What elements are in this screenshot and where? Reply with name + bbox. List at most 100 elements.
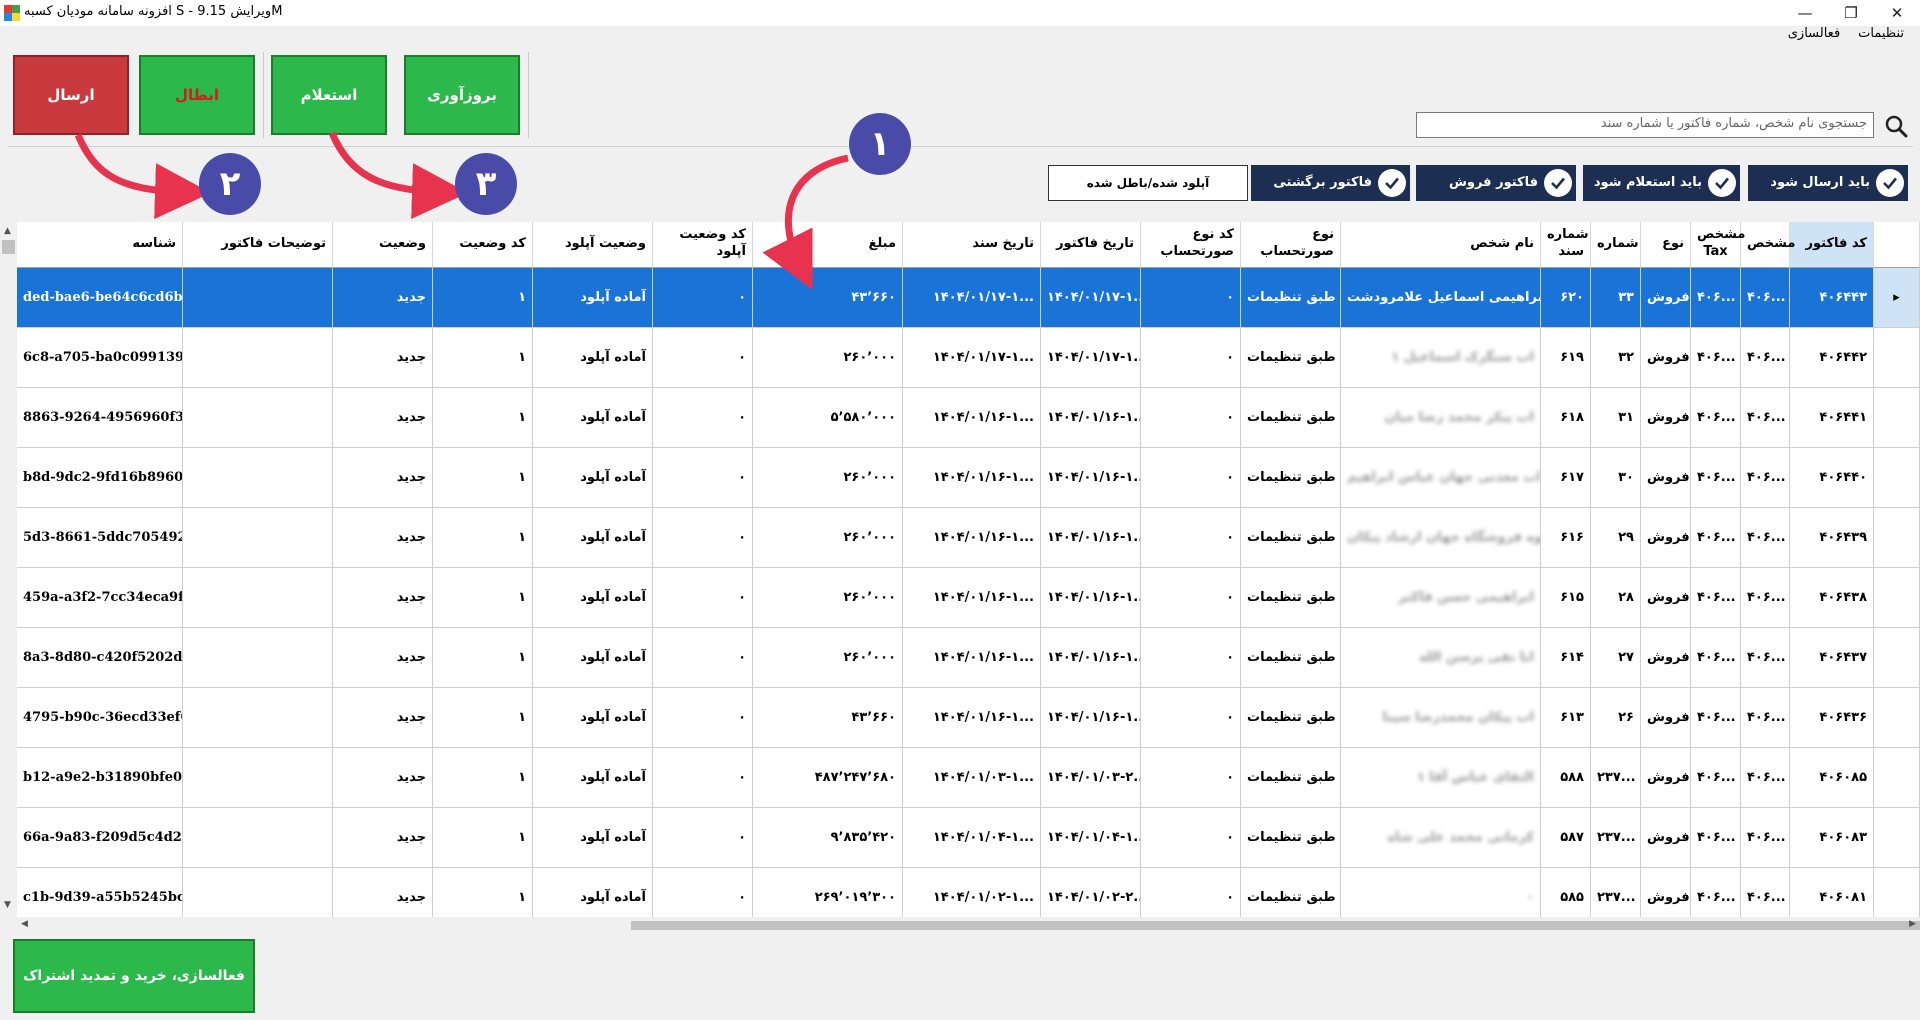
cell-text: ۲۶۰٬۰۰۰ (843, 650, 896, 665)
cell-invoice-code: ۴۰۶۴۴۳ (1790, 268, 1874, 328)
cell-text: ۴۰۶... (1747, 890, 1786, 905)
column-header-status-code[interactable]: کد وضعیت (433, 222, 533, 268)
column-header-invoice-date[interactable]: تاریخ فاکتور (1041, 222, 1141, 268)
cell-text: ۴۰۶... (1747, 770, 1786, 785)
row-indicator[interactable] (1874, 448, 1920, 508)
row-indicator[interactable] (1874, 388, 1920, 448)
cell-text: ۳۲ (1618, 350, 1634, 365)
cell-amount: ۲۶۰٬۰۰۰ (753, 328, 903, 388)
inquiry-button[interactable]: استعلام (271, 55, 387, 135)
cell-text: ۱۴۰۴/۰۱/۱۶-۱... (1047, 590, 1141, 605)
column-header-status[interactable]: وضعیت (333, 222, 433, 268)
cell-text: آماده آپلود (580, 290, 646, 305)
filter-return-invoice[interactable]: فاکتور برگشتی (1251, 165, 1410, 201)
cell-text: ۴۰۶... (1697, 830, 1736, 845)
cell-text: ۰ (1226, 770, 1234, 785)
horizontal-scrollbar[interactable]: ◀ ▶ (17, 917, 1920, 934)
cell-doc-no: ۶۱۳ (1541, 688, 1591, 748)
cell-text: ۱۴۰۴/۰۱/۱۷-۱... (1047, 290, 1141, 305)
column-header-description[interactable]: توضیحات فاکتور (183, 222, 333, 268)
filter-must-inquire[interactable]: باید استعلام شود (1583, 165, 1740, 201)
scroll-right-icon[interactable]: ▶ (1909, 919, 1916, 929)
cell-text: ۴۰۶۴۴۱ (1819, 410, 1867, 425)
cell-text: ۴۰۶... (1697, 530, 1736, 545)
column-header-invoice-code[interactable]: کد فاکتور (1790, 222, 1874, 268)
activate-subscription-button[interactable]: فعالسازی، خرید و تمدید اشتراک (13, 939, 255, 1013)
cell-description (183, 748, 333, 808)
check-icon (1378, 169, 1406, 197)
cell-text: ابا تقی پرسن الله (1418, 650, 1534, 665)
column-header-bill-type-code[interactable]: کد نوع صورتحساب (1141, 222, 1241, 268)
row-indicator[interactable] (1874, 628, 1920, 688)
cell-amount: ۵٬۵۸۰٬۰۰۰ (753, 388, 903, 448)
menu-item-settings[interactable]: تنظیمات (1858, 26, 1904, 46)
column-header-doc-date[interactable]: تاریخ سند (903, 222, 1041, 268)
cell-text: ۳۳ (1618, 290, 1634, 305)
menu-item-activation[interactable]: فعالسازی (1788, 26, 1840, 46)
cell-amount: ۲۶۰٬۰۰۰ (753, 568, 903, 628)
minimize-button[interactable]: — (1782, 0, 1828, 26)
row-indicator[interactable] (1874, 808, 1920, 868)
cell-text: طبق تنظیمات (1247, 590, 1336, 605)
row-indicator[interactable] (1874, 868, 1920, 917)
search-icon[interactable] (1883, 113, 1909, 139)
cell-text: ۲۷ (1618, 650, 1634, 665)
cell-ident: 6c8-a705-ba0c0991399e (17, 328, 183, 388)
column-header-id1[interactable]: مشخص (1741, 222, 1795, 268)
column-header-type[interactable]: نوع (1641, 222, 1691, 268)
cell-text: ۲۳۷... (1597, 890, 1636, 905)
column-header-text: آپلود (716, 244, 746, 259)
column-header-id2[interactable]: مشخص Tax (1691, 222, 1745, 268)
column-header-text: کد وضعیت (459, 236, 526, 251)
cell-text: ۰ (1226, 830, 1234, 845)
scroll-thumb[interactable] (2, 240, 15, 254)
cell-ident: 8a3-8d80-c420f5202daa (17, 628, 183, 688)
column-header-amount[interactable]: مبلغ (753, 222, 903, 268)
row-indicator[interactable] (1874, 328, 1920, 388)
row-indicator[interactable] (1874, 508, 1920, 568)
row-indicator[interactable]: ▸ (1874, 268, 1920, 328)
cell-text: آماده آپلود (580, 590, 646, 605)
cell-text: ۴۰۶۴۴۳ (1819, 290, 1867, 305)
send-button[interactable]: ارسال (13, 55, 129, 135)
scroll-up-icon[interactable]: ▲ (4, 226, 11, 236)
cell-doc-no: ۶۲۰ (1541, 268, 1591, 328)
filter-must-send[interactable]: باید ارسال شود (1748, 165, 1908, 201)
row-indicator[interactable] (1874, 568, 1920, 628)
cell-text: ۱ (518, 290, 526, 305)
cell-text: ۰ (1226, 470, 1234, 485)
cell-text: ۴۰۶... (1697, 890, 1736, 905)
cell-status: جدید (333, 688, 433, 748)
vertical-scrollbar[interactable]: ▲ ▼ (0, 222, 17, 917)
cell-text: ۱ (518, 590, 526, 605)
cell-ident: ded-bae6-be64c6cd6bdd (17, 268, 183, 328)
cell-status-code: ۱ (433, 808, 533, 868)
cancel-button[interactable]: ابطال (139, 55, 255, 135)
scroll-left-icon[interactable]: ◀ (21, 919, 28, 929)
cell-text: ۴۰۶۴۴۲ (1819, 350, 1867, 365)
update-button[interactable]: بروزآوری (404, 55, 520, 135)
column-header-upload-status-code[interactable]: کد وضعیت آپلود (653, 222, 753, 268)
column-header-number[interactable]: شماره (1591, 222, 1641, 268)
restore-button[interactable]: ❐ (1828, 0, 1874, 26)
close-button[interactable]: ✕ (1874, 0, 1920, 26)
scroll-down-icon[interactable]: ▼ (4, 900, 11, 910)
cell-text: ابمیوه فروشگاه جهان ارشاد پیکان ... (1347, 530, 1541, 545)
search-input[interactable]: جستجوی نام شخص، شماره فاکتور یا شماره سن… (1416, 112, 1874, 138)
cell-description (183, 328, 333, 388)
cell-text: 6c8-a705-ba0c0991399e (23, 350, 182, 365)
cell-text: طبق تنظیمات (1247, 890, 1336, 905)
filter-uploaded-cancelled[interactable]: آپلود شده/باطل شده (1048, 165, 1248, 201)
filter-sales-invoice[interactable]: فاکتور فروش (1416, 165, 1576, 201)
column-header-upload-status[interactable]: وضعیت آپلود (533, 222, 653, 268)
row-indicator[interactable] (1874, 688, 1920, 748)
column-header-person[interactable]: نام شخص (1341, 222, 1541, 268)
row-indicator[interactable] (1874, 748, 1920, 808)
scroll-thumb[interactable] (631, 921, 1920, 930)
cell-text: ۴۰۶... (1747, 410, 1786, 425)
cell-bill-type-code: ۰ (1141, 868, 1241, 917)
cell-type: فروش (1641, 688, 1691, 748)
column-header-bill-type[interactable]: نوع صورتحساب (1241, 222, 1341, 268)
column-header-doc-no[interactable]: شماره سند (1541, 222, 1591, 268)
column-header-ident[interactable]: شناسه (17, 222, 183, 268)
